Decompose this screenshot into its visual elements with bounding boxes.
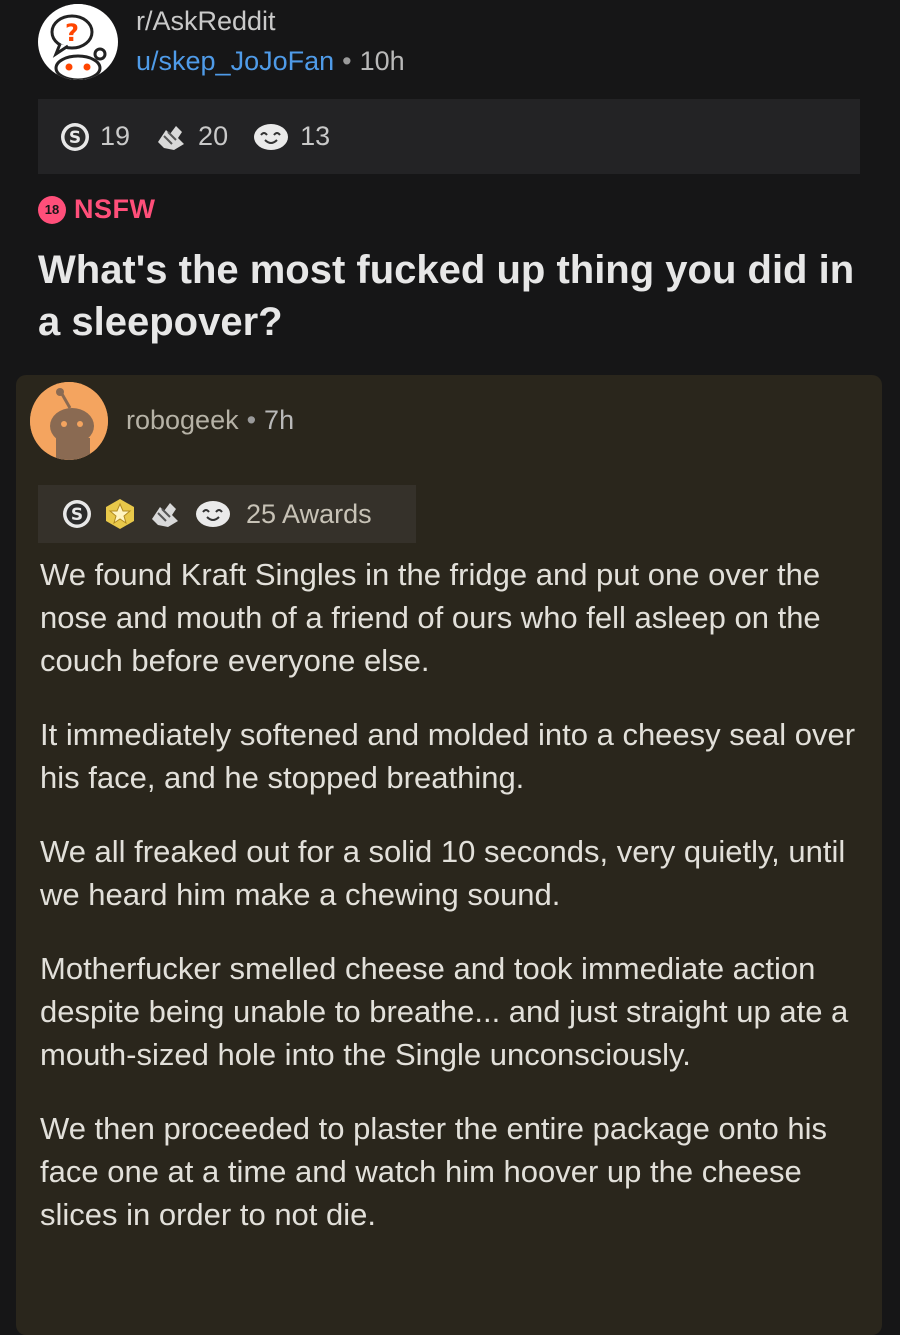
award-count: 20 bbox=[198, 121, 229, 151]
comment-awards-bar[interactable]: S 25 Awards bbox=[38, 485, 416, 543]
helpful-award-icon bbox=[152, 503, 178, 527]
wholesome-award-icon bbox=[196, 501, 230, 527]
silver-award-icon: S bbox=[63, 500, 91, 528]
award-wholesome bbox=[194, 499, 232, 529]
helpful-award-icon bbox=[158, 125, 185, 150]
svg-text:S: S bbox=[69, 128, 81, 148]
award-gold bbox=[104, 498, 136, 530]
post-meta: u/skep_JoJoFan • 10h bbox=[136, 46, 405, 77]
meta-separator: • bbox=[342, 46, 352, 76]
comment-paragraph: We all freaked out for a solid 10 second… bbox=[40, 834, 846, 912]
post-awards-bar[interactable]: S 19 20 13 bbox=[38, 99, 860, 174]
wholesome-award-icon bbox=[254, 123, 289, 150]
subreddit-avatar[interactable]: ? bbox=[38, 4, 118, 80]
askreddit-logo-icon: ? bbox=[40, 4, 116, 80]
comment-paragraph: It immediately softened and molded into … bbox=[40, 717, 856, 795]
snoo-avatar-icon bbox=[30, 382, 108, 460]
post-age: 10h bbox=[359, 46, 405, 76]
comment-username[interactable]: robogeek bbox=[126, 405, 239, 435]
award-wholesome[interactable]: 13 bbox=[252, 121, 330, 152]
nsfw-18-icon: 18 bbox=[38, 195, 66, 224]
award-helpful[interactable]: 20 bbox=[154, 121, 228, 152]
award-helpful bbox=[148, 499, 182, 529]
comment: robogeek • 7h S 25 Awards We found Kraft… bbox=[16, 375, 882, 1335]
post-title[interactable]: What's the most fucked up thing you did … bbox=[38, 244, 858, 348]
comment-paragraph: We then proceeded to plaster the entire … bbox=[40, 1111, 828, 1232]
comment-paragraph: Motherfucker smelled cheese and took imm… bbox=[40, 951, 849, 1072]
nsfw-label: NSFW bbox=[74, 194, 156, 224]
comment-body: We found Kraft Singles in the fridge and… bbox=[40, 553, 870, 1267]
svg-text:S: S bbox=[71, 505, 83, 525]
comment-paragraph: We found Kraft Singles in the fridge and… bbox=[40, 557, 821, 678]
award-silver[interactable]: S 19 bbox=[60, 121, 130, 152]
post-header: ? r/AskReddit u/skep_JoJoFan • 10h bbox=[38, 2, 868, 82]
award-count: 19 bbox=[100, 121, 131, 151]
awards-count-label: 25 Awards bbox=[246, 498, 372, 529]
commenter-avatar[interactable] bbox=[30, 382, 108, 460]
award-silver: S bbox=[62, 499, 92, 529]
gold-award-icon bbox=[106, 499, 134, 529]
comment-meta: robogeek • 7h bbox=[126, 405, 294, 436]
svg-text:?: ? bbox=[65, 19, 79, 47]
award-count: 13 bbox=[300, 121, 331, 151]
meta-separator: • bbox=[246, 405, 257, 435]
comment-age: 7h bbox=[264, 405, 295, 435]
subreddit-name[interactable]: r/AskReddit bbox=[136, 6, 276, 37]
nsfw-tag: 18 NSFW bbox=[38, 194, 155, 225]
silver-award-icon: S bbox=[61, 122, 89, 151]
post-author[interactable]: u/skep_JoJoFan bbox=[136, 46, 334, 76]
